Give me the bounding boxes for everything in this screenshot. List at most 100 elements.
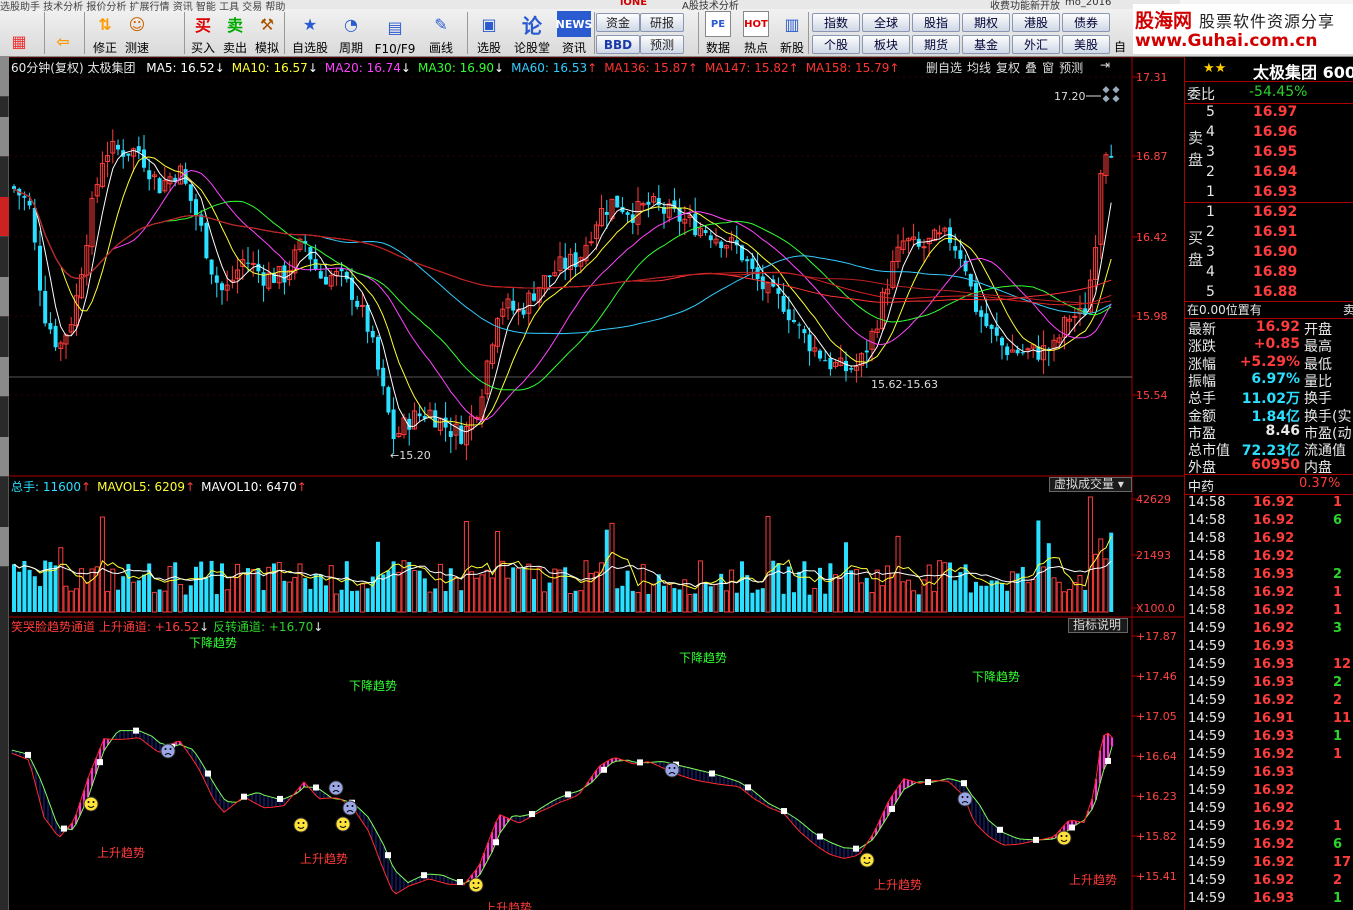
toolbar-icon-button-1[interactable]: ⇦ xyxy=(46,10,80,56)
tick-time: 14:59 xyxy=(1188,837,1226,852)
menu-hint[interactable]: 选股助手 技术分析 报价分析 扩展行情 资讯 智能 工具 交易 帮助 xyxy=(0,0,590,13)
buy-level-5[interactable]: 5 16.88 xyxy=(1185,284,1353,302)
tick-time: 14:59 xyxy=(1188,783,1226,798)
sell-level-3[interactable]: 3 16.95 xyxy=(1185,144,1353,162)
volume-bar xyxy=(32,576,37,612)
volume-bar xyxy=(204,578,209,612)
market-button-9[interactable]: 基金 xyxy=(962,35,1010,54)
toolbar-button-6[interactable]: ⚒ 模拟 xyxy=(250,10,284,56)
chart-control-4[interactable]: 窗 xyxy=(1042,61,1054,75)
tick-time: 14:59 xyxy=(1188,891,1226,906)
market-button-7[interactable]: 板块 xyxy=(862,35,910,54)
toolbar-button-15[interactable]: HOT 热点 xyxy=(739,10,773,56)
sell-level-5[interactable]: 5 16.97 xyxy=(1185,104,1353,122)
toolbar-button-11[interactable]: ▣ 选股 xyxy=(472,10,506,56)
tick-volume: 2 xyxy=(1333,675,1343,690)
quick-button-0[interactable]: 资金 xyxy=(596,13,640,32)
quick-button-3[interactable]: 预测 xyxy=(640,35,684,54)
sell-level-2[interactable]: 2 16.94 xyxy=(1185,164,1353,182)
candle-body xyxy=(984,313,989,327)
volume-bar xyxy=(823,593,828,612)
buy-level-2[interactable]: 2 16.91 xyxy=(1185,224,1353,242)
toolbar-button-12[interactable]: 论论股堂 xyxy=(511,10,553,56)
arrow-up-icon: ↑ xyxy=(788,61,799,75)
toolbar-button-label: 新股 xyxy=(779,41,804,55)
volume-label-0: 总手: 11600↑ xyxy=(11,480,91,494)
sector-change: 0.37% xyxy=(1299,476,1341,491)
channel-marker xyxy=(385,852,391,859)
market-button-3[interactable]: 期权 xyxy=(962,13,1010,32)
toolbar-button-10[interactable]: ✎ 画线 xyxy=(424,10,458,56)
left-tab[interactable] xyxy=(0,57,9,97)
channel-marker xyxy=(277,795,283,802)
level-price: 16.88 xyxy=(1253,284,1298,300)
market-button-5[interactable]: 债券 xyxy=(1062,13,1110,32)
sell-level-1[interactable]: 1 16.93 xyxy=(1185,184,1353,202)
indicator-help-button[interactable]: 指标说明 xyxy=(1068,618,1128,633)
toolbar-icon-button-0[interactable]: ▦ xyxy=(2,10,36,56)
buy-level-1[interactable]: 1 16.92 xyxy=(1185,204,1353,222)
toolbar-button-8[interactable]: ◔ 周期 xyxy=(334,10,368,56)
candle-body xyxy=(256,263,261,272)
sell-level-4[interactable]: 4 16.96 xyxy=(1185,124,1353,142)
volume-bar xyxy=(12,564,16,612)
market-button-6[interactable]: 个股 xyxy=(812,35,860,54)
volume-bar xyxy=(792,592,796,612)
level-number: 5 xyxy=(1206,284,1215,300)
buy-level-4[interactable]: 4 16.89 xyxy=(1185,264,1353,282)
stat-value: +0.85 xyxy=(1253,336,1300,353)
left-tab[interactable] xyxy=(0,357,9,397)
expand-icon[interactable]: ⇥ xyxy=(1100,58,1122,74)
cry-face-icon xyxy=(328,780,344,796)
volume-bar xyxy=(53,565,58,612)
tick-row: 14:58 16.92 6 xyxy=(1185,513,1353,531)
level-price: 16.94 xyxy=(1253,164,1298,180)
market-button-1[interactable]: 全球 xyxy=(862,13,910,32)
chart-control-1[interactable]: 均线 xyxy=(967,61,991,75)
buy-level-3[interactable]: 3 16.90 xyxy=(1185,244,1353,262)
quick-button-1[interactable]: 研报 xyxy=(640,13,684,32)
candle-body xyxy=(443,417,448,428)
left-tab[interactable] xyxy=(0,527,9,567)
ma-label-5: MA136: 15.87↑ xyxy=(604,61,698,75)
left-tab[interactable] xyxy=(0,117,9,157)
volume-bar xyxy=(22,560,27,612)
left-tab[interactable] xyxy=(0,277,9,317)
smile-face-icon xyxy=(859,852,875,868)
channel-marker xyxy=(853,845,859,852)
candle-body xyxy=(38,245,42,291)
market-button-10[interactable]: 外汇 xyxy=(1012,35,1060,54)
monitor-icon: ▣ xyxy=(481,14,497,34)
candle-body xyxy=(823,360,828,362)
toolbar-button-label: F10/F9 xyxy=(374,42,416,56)
toolbar-button-5[interactable]: 卖卖出 xyxy=(218,10,252,56)
toolbar-button-7[interactable]: ★ 自选股 xyxy=(289,10,331,56)
toolbar-button-4[interactable]: 买买入 xyxy=(186,10,220,56)
chart-control-5[interactable]: 预测 xyxy=(1059,61,1083,75)
candle-body xyxy=(828,358,833,370)
chart-control-2[interactable]: 复权 xyxy=(996,61,1020,75)
left-tab[interactable] xyxy=(0,437,9,477)
cry-face-icon xyxy=(342,800,358,816)
volume-bar xyxy=(136,580,141,612)
market-button-11[interactable]: 美股 xyxy=(1062,35,1110,54)
toolbar-button-3[interactable]: ☺ 测速 xyxy=(120,10,154,56)
toolbar-button-2[interactable]: ⇅ 修正 xyxy=(88,10,122,56)
toolbar-button-13[interactable]: NEWS 资讯 xyxy=(556,10,592,56)
market-button-0[interactable]: 指数 xyxy=(812,13,860,32)
volume-bar xyxy=(974,581,978,612)
sector-name[interactable]: 中药 xyxy=(1188,476,1214,495)
chart-control-3[interactable]: 叠 xyxy=(1025,61,1037,75)
chart-control-0[interactable]: 删自选 xyxy=(926,61,962,75)
market-button-8[interactable]: 期货 xyxy=(912,35,960,54)
volume-type-dropdown[interactable]: 虚拟成交量 ▾ xyxy=(1049,477,1132,492)
market-button-4[interactable]: 港股 xyxy=(1012,13,1060,32)
toolbar-button-9[interactable]: ▤ F10/F9 xyxy=(374,10,416,57)
market-button-2[interactable]: 股指 xyxy=(912,13,960,32)
toolbar-extra[interactable]: 自 xyxy=(1114,38,1126,55)
toolbar-button-16[interactable]: ▥ 新股 xyxy=(775,10,809,56)
left-tab-active[interactable] xyxy=(0,197,9,237)
quick-button-2[interactable]: BBD xyxy=(596,35,640,54)
candle-body xyxy=(760,276,765,290)
toolbar-button-14[interactable]: PE 数据 xyxy=(701,10,735,56)
